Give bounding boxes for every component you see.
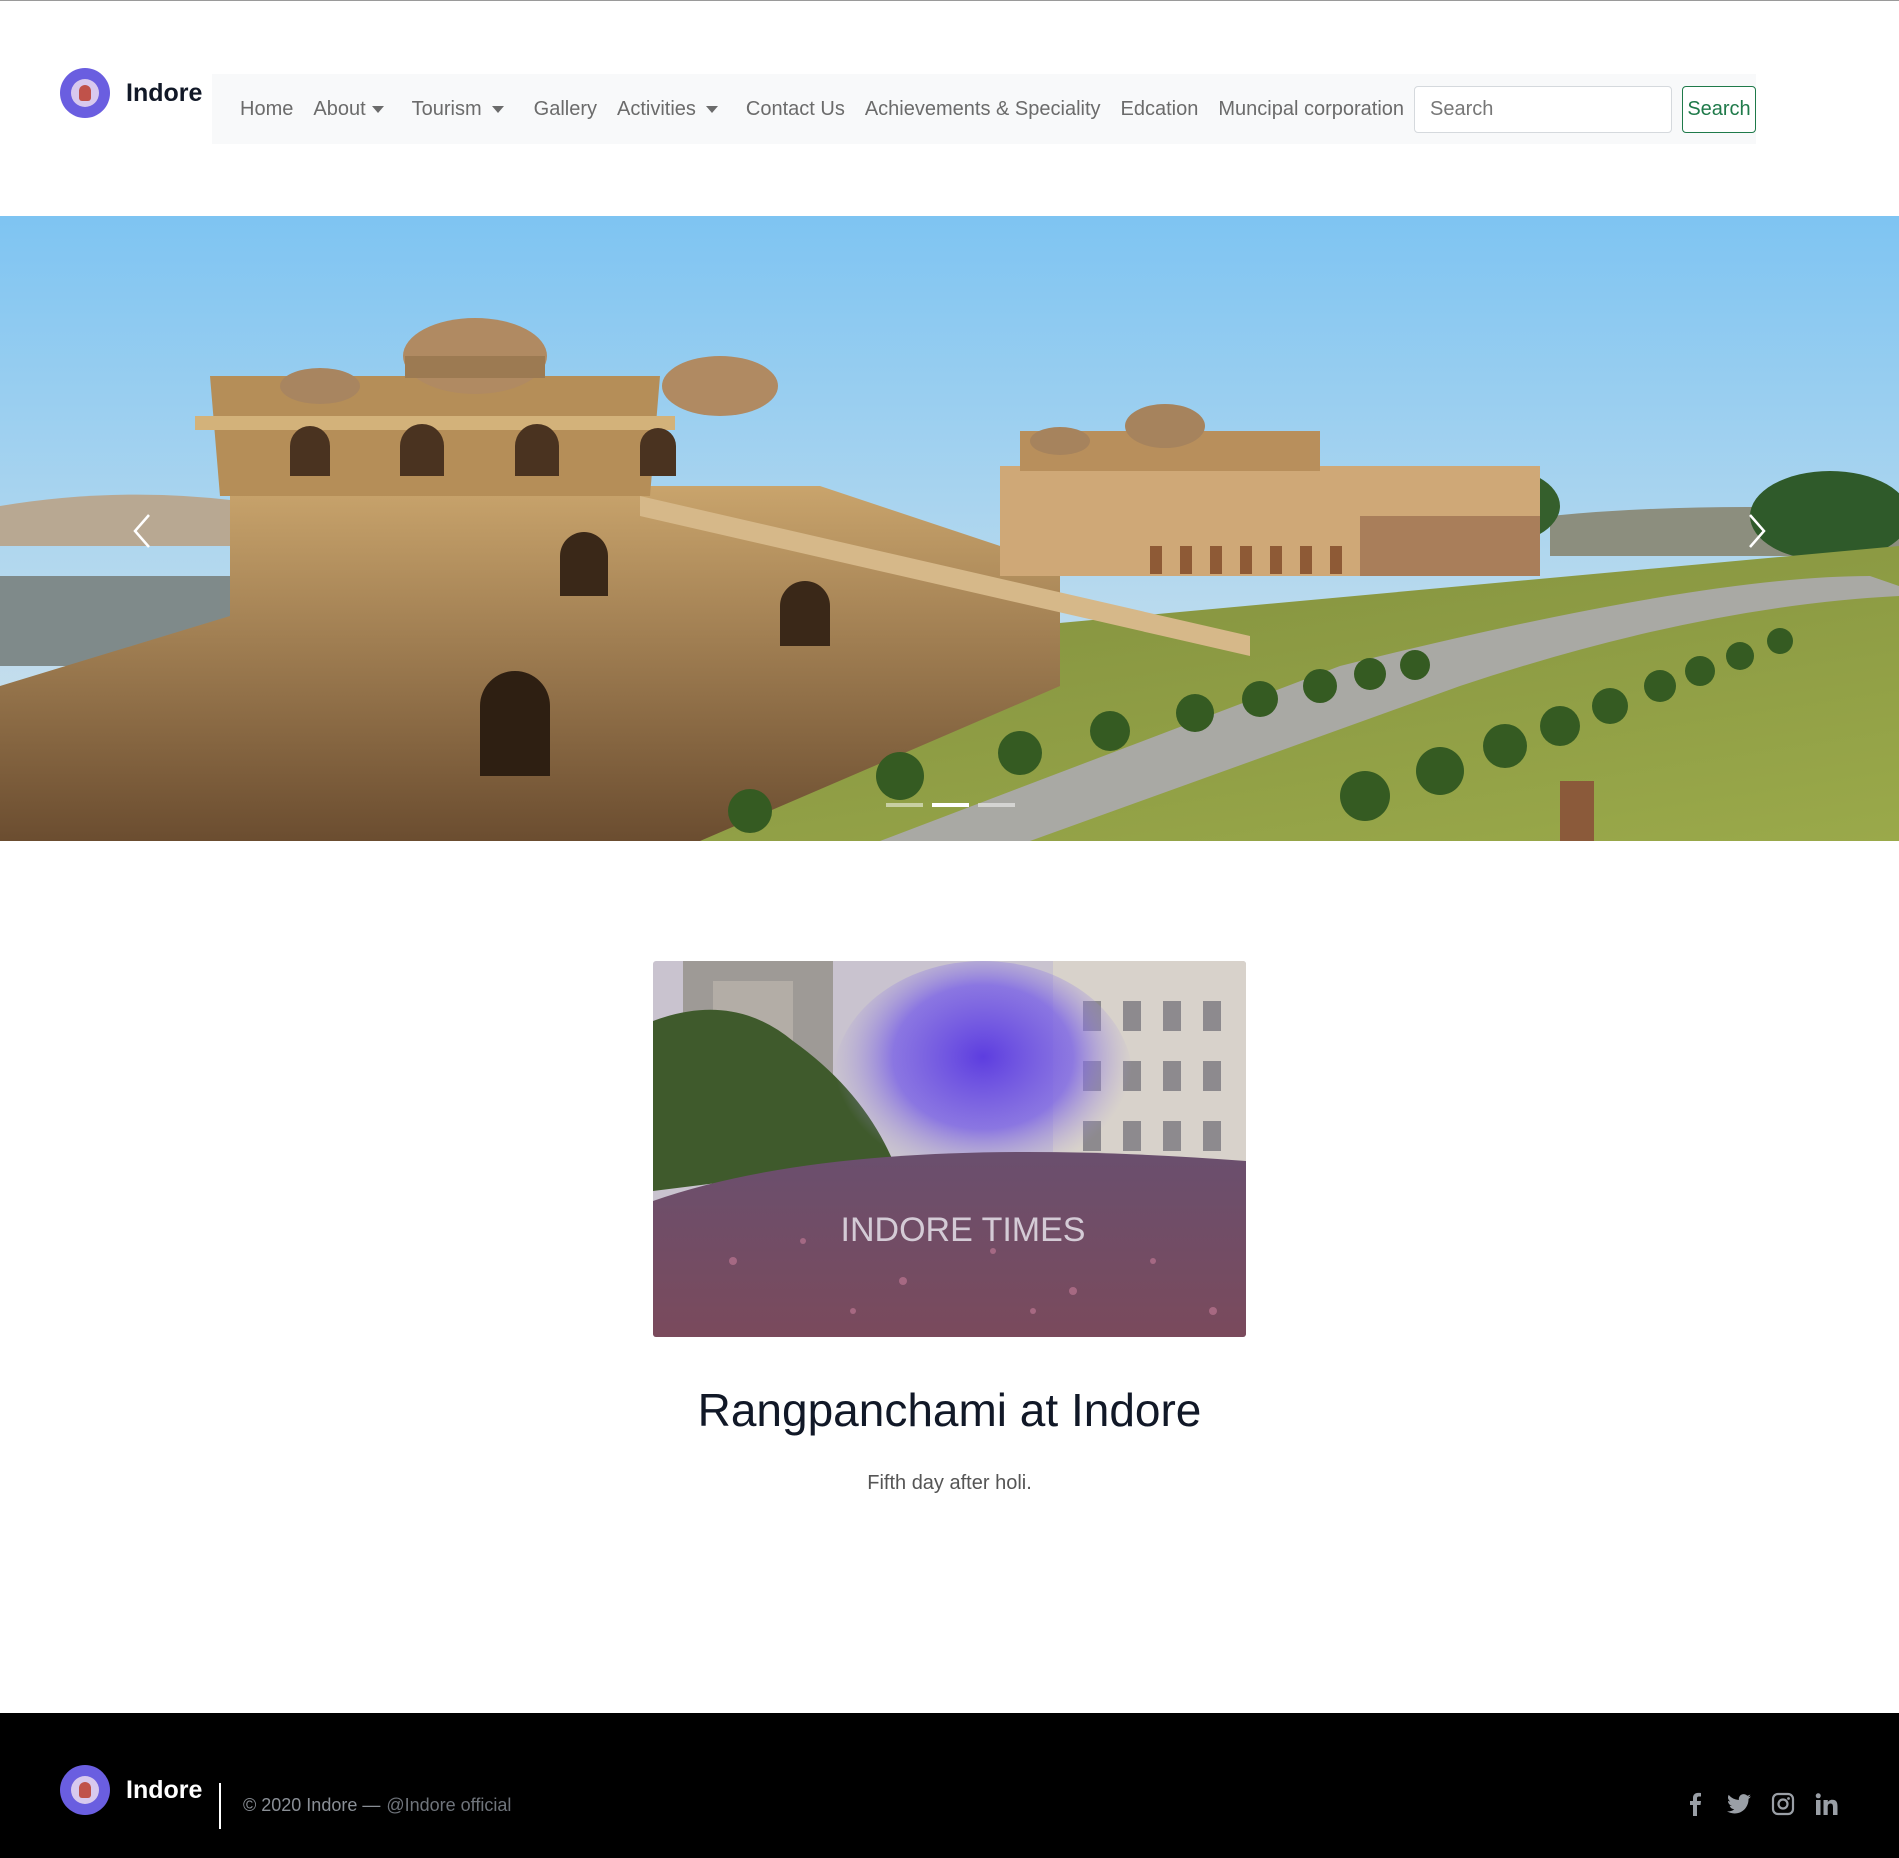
search-input[interactable] xyxy=(1414,85,1673,133)
dropdown-caret-icon xyxy=(705,105,718,113)
nav-municipal[interactable]: Muncipal corporation xyxy=(1208,98,1414,121)
dropdown-caret-icon xyxy=(371,105,384,113)
nav-gallery[interactable]: Gallery xyxy=(524,98,607,121)
rangpanchami-photo: INDORE TIMES xyxy=(653,961,1246,1337)
nav-activities-label: Activities xyxy=(617,97,696,120)
nav-achievements-label: Achievements & Speciality xyxy=(864,97,1101,120)
brand-link[interactable]: Indore xyxy=(60,68,202,118)
nav-tourism[interactable]: Tourism xyxy=(402,98,514,121)
site-header: Indore Home About Tourism Gallery Activi… xyxy=(0,0,1899,215)
footer-copyright: © 2020 Indore — @Indore official xyxy=(243,1795,511,1816)
footer-brand-name: Indore xyxy=(126,1775,203,1804)
nav-home[interactable]: Home xyxy=(230,98,303,121)
nav-about[interactable]: About xyxy=(303,98,393,121)
footer-handle-link[interactable]: @Indore official xyxy=(386,1795,511,1815)
facebook-icon[interactable] xyxy=(1683,1792,1707,1816)
logo-icon xyxy=(60,68,110,118)
nav-tourism-label: Tourism xyxy=(411,97,482,120)
carousel-prev-button[interactable] xyxy=(112,506,172,556)
brand-name: Indore xyxy=(126,78,203,107)
feature-title: Rangpanchami at Indore xyxy=(697,1384,1202,1436)
hero-carousel xyxy=(0,216,1899,841)
nav-about-label: About xyxy=(313,97,366,120)
photo-watermark: INDORE TIMES xyxy=(841,1211,1086,1249)
twitter-icon[interactable] xyxy=(1727,1792,1751,1816)
feature-subtitle: Fifth day after holi. xyxy=(867,1472,1032,1494)
nav-municipal-label: Muncipal corporation xyxy=(1218,97,1405,120)
carousel-indicator[interactable] xyxy=(978,803,1015,807)
footer-divider xyxy=(219,1783,221,1829)
search-button[interactable]: Search xyxy=(1682,85,1756,133)
dropdown-caret-icon xyxy=(491,105,504,113)
linkedin-icon[interactable] xyxy=(1815,1792,1839,1816)
carousel-indicator-active[interactable] xyxy=(932,803,969,807)
instagram-icon[interactable] xyxy=(1771,1792,1795,1816)
nav-education[interactable]: Edcation xyxy=(1111,98,1209,121)
social-links xyxy=(1683,1792,1839,1816)
chevron-right-icon xyxy=(1749,514,1766,548)
nav-gallery-label: Gallery xyxy=(533,97,597,120)
main-navbar: Home About Tourism Gallery Activities Co… xyxy=(212,74,1756,144)
carousel-next-button[interactable] xyxy=(1727,506,1787,556)
copyright-text: © 2020 Indore — xyxy=(243,1795,381,1815)
footer-brand-link[interactable]: Indore xyxy=(60,1765,202,1815)
carousel-indicators xyxy=(886,803,1015,807)
nav-contact[interactable]: Contact Us xyxy=(736,98,855,121)
nav-achievements[interactable]: Achievements & Speciality xyxy=(855,98,1111,121)
feature-image: INDORE TIMES xyxy=(653,961,1246,1337)
nav-activities[interactable]: Activities xyxy=(607,98,728,121)
nav-education-label: Edcation xyxy=(1120,97,1199,120)
nav-home-label: Home xyxy=(240,97,294,120)
hero-slide-image xyxy=(0,216,1899,841)
site-footer: Indore © 2020 Indore — @Indore official xyxy=(0,1713,1899,1858)
carousel-indicator[interactable] xyxy=(886,803,923,807)
nav-contact-label: Contact Us xyxy=(745,97,845,120)
logo-icon xyxy=(60,1765,110,1815)
chevron-left-icon xyxy=(133,514,150,548)
